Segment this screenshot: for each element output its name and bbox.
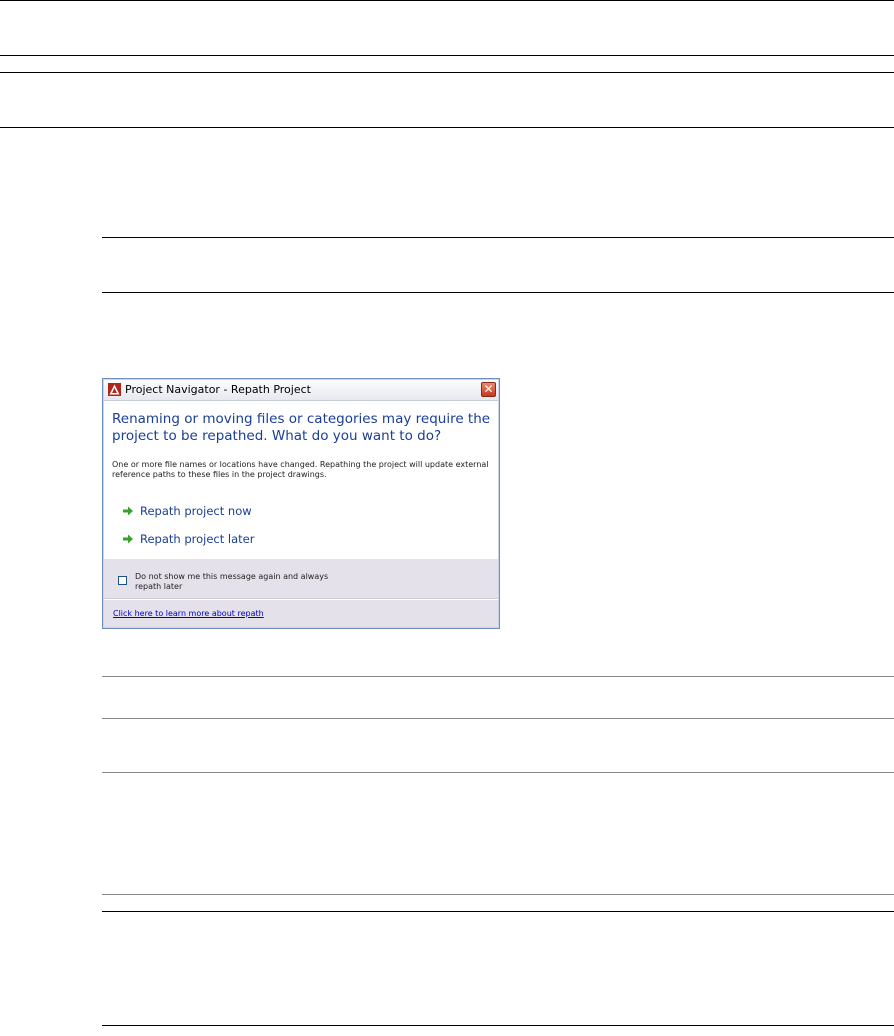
close-button[interactable]: ✕ bbox=[481, 382, 496, 397]
autocad-app-icon bbox=[108, 383, 121, 396]
rule-line bbox=[0, 55, 894, 56]
repath-now-option[interactable]: Repath project now bbox=[123, 503, 252, 519]
repath-later-label: Repath project later bbox=[140, 532, 255, 546]
dialog-heading: Renaming or moving files or categories m… bbox=[112, 411, 491, 444]
repath-now-label: Repath project now bbox=[140, 504, 252, 518]
rule-line bbox=[102, 911, 894, 912]
rule-line bbox=[102, 292, 894, 293]
rule-line bbox=[0, 72, 894, 73]
rule-line bbox=[102, 237, 894, 238]
dialog-footer: Do not show me this message again and al… bbox=[104, 559, 498, 627]
repath-project-dialog: Project Navigator - Repath Project ✕ Ren… bbox=[102, 378, 500, 629]
repath-later-option[interactable]: Repath project later bbox=[123, 531, 254, 547]
green-arrow-icon bbox=[123, 534, 133, 544]
close-icon: ✕ bbox=[483, 382, 494, 396]
dont-show-again-checkbox[interactable] bbox=[118, 576, 127, 585]
dialog-titlebar[interactable]: Project Navigator - Repath Project ✕ bbox=[104, 380, 498, 401]
dialog-title: Project Navigator - Repath Project bbox=[125, 383, 311, 396]
footer-divider bbox=[104, 599, 498, 600]
dialog-description: One or more file names or locations have… bbox=[112, 460, 489, 479]
rule-line bbox=[102, 772, 894, 773]
rule-line bbox=[0, 0, 894, 1]
dont-show-again-label[interactable]: Do not show me this message again and al… bbox=[135, 572, 355, 592]
rule-line bbox=[0, 127, 894, 128]
rule-line bbox=[102, 894, 894, 895]
rule-line bbox=[102, 676, 894, 677]
rule-line bbox=[102, 718, 894, 719]
learn-more-link[interactable]: Click here to learn more about repath bbox=[113, 609, 264, 618]
rule-line bbox=[102, 1025, 894, 1026]
green-arrow-icon bbox=[123, 506, 133, 516]
